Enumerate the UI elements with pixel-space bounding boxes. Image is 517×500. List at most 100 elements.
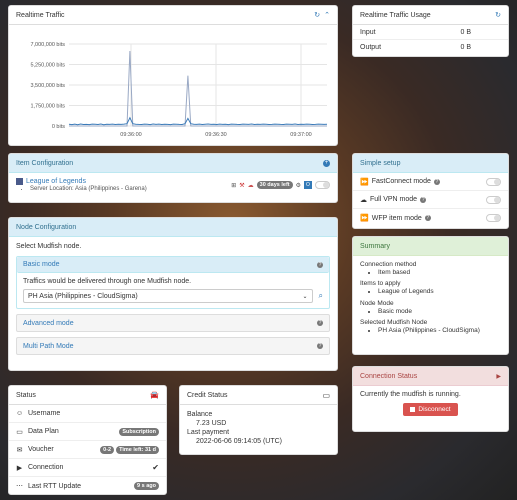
status-row-plan: ▭ Data Plan Subscription <box>9 423 166 441</box>
tool-icon[interactable]: ⚒ <box>239 182 244 189</box>
status-row-connection: ▶ Connection ✔ <box>9 459 166 477</box>
status-row-username: ☺ Username <box>9 405 166 423</box>
last-payment-label: Last payment <box>187 429 230 437</box>
summary-heading: Connection method <box>360 261 417 268</box>
card-icon: ▭ <box>16 428 23 436</box>
voucher-label: Voucher <box>28 446 54 453</box>
usage-input-label: Input <box>360 28 376 36</box>
refresh-icon[interactable]: ↻ <box>495 11 501 19</box>
help-icon[interactable]: ? <box>420 196 427 203</box>
help-icon[interactable]: ? <box>433 178 440 185</box>
traffic-usage-title: Realtime Traffic Usage <box>360 11 431 19</box>
cloud-icon[interactable]: ☁ <box>248 182 254 189</box>
basic-mode-desc: Traffics would be delivered through one … <box>23 278 192 285</box>
basic-mode-title[interactable]: Basic mode <box>23 261 60 268</box>
node-select-value: PH Asia (Philippines - CloudSigma) <box>28 292 138 300</box>
advanced-mode-header[interactable]: Advanced mode ? <box>16 314 330 332</box>
multipath-mode-title[interactable]: Multi Path Mode <box>23 343 74 350</box>
summary-title: Summary <box>360 242 390 250</box>
cloud-icon: ☁ <box>360 196 367 204</box>
connection-label: Connection <box>28 464 64 471</box>
item-toggle[interactable]: O <box>304 181 312 189</box>
settings-icon[interactable]: ⚙ <box>296 182 301 189</box>
summary-heading: Items to apply <box>360 280 401 288</box>
usage-row-output: Output 0 B <box>353 40 508 55</box>
help-icon[interactable]: ? <box>317 343 323 349</box>
disconnect-button[interactable]: Disconnect <box>403 403 458 416</box>
help-icon[interactable]: ? <box>317 261 323 268</box>
status-title: Status <box>16 391 36 399</box>
credit-status-panel: Credit Status ▭ Balance 7.23 USD Last pa… <box>179 385 338 455</box>
item-config-panel: Item Configuration + League of Legends S… <box>8 153 338 203</box>
fastconnect-row: ⏩ FastConnect mode ? <box>353 173 508 191</box>
rtt-badge: 9 s ago <box>134 482 159 490</box>
summary-item: Basic mode <box>378 308 501 316</box>
days-left-badge: 30 days left <box>256 181 293 189</box>
plan-label: Data Plan <box>28 428 59 435</box>
traffic-usage-header: Realtime Traffic Usage ↻ <box>353 6 508 25</box>
help-icon[interactable]: ? <box>317 320 323 326</box>
last-payment-value: 2022-06-06 09:14:05 (UTC) <box>196 438 282 446</box>
fullvpn-label: Full VPN mode <box>370 196 418 203</box>
wfp-toggle[interactable] <box>486 214 501 222</box>
realtime-traffic-header: Realtime Traffic ↻ ⌃ <box>9 6 337 25</box>
y-tick-label: 3,500,000 bits <box>30 83 65 89</box>
fullvpn-toggle[interactable] <box>486 195 501 204</box>
item-config-title: Item Configuration <box>16 159 74 167</box>
y-tick-label: 5,250,000 bits <box>30 63 65 69</box>
game-link[interactable]: League of Legends <box>26 178 86 185</box>
advanced-mode-title[interactable]: Advanced mode <box>23 320 74 327</box>
voucher-time-badge: Time left: 31 d <box>116 445 159 454</box>
summary-item: Item based <box>378 269 501 277</box>
node-select[interactable]: PH Asia (Philippines - CloudSigma) ⌄ <box>23 289 313 303</box>
chevron-up-icon[interactable]: ⌃ <box>324 11 330 19</box>
status-row-voucher: ✉ Voucher 0-2 Time left: 31 d <box>9 441 166 459</box>
status-row-rtt: ⋯ Last RTT Update 9 s ago <box>9 477 166 494</box>
usage-output-value: 0 B <box>460 44 471 51</box>
node-config-panel: Node Configuration Select Mudfish node. … <box>8 217 338 371</box>
summary-item: PH Asia (Philippines - CloudSigma) <box>378 327 501 335</box>
summary-panel: Summary Connection method Item based Ite… <box>352 236 509 355</box>
series-line-base <box>68 116 328 126</box>
multipath-mode-header[interactable]: Multi Path Mode ? <box>16 337 330 355</box>
traffic-usage-panel: Realtime Traffic Usage ↻ Input 0 B Outpu… <box>352 5 509 57</box>
node-config-intro: Select Mudfish node. <box>16 243 82 250</box>
fastconnect-toggle[interactable] <box>486 177 501 186</box>
credit-card-icon: ▭ <box>322 390 330 400</box>
node-config-title: Node Configuration <box>16 223 77 231</box>
simple-setup-header: Simple setup <box>353 154 508 173</box>
connection-status-header: Connection Status ▶ <box>353 367 508 386</box>
add-icon[interactable]: + <box>323 159 330 167</box>
usage-input-value: 0 B <box>460 28 471 36</box>
bars-icon: ⋯ <box>16 483 23 490</box>
realtime-traffic-title: Realtime Traffic <box>16 11 65 19</box>
y-tick-label: 7,000,000 bits <box>30 42 65 48</box>
fast-forward-icon: ⏩ <box>360 178 369 186</box>
refresh-icon[interactable]: ↻ <box>314 11 320 19</box>
summary-heading: Selected Mudfish Node <box>360 318 428 326</box>
basic-mode-header[interactable]: Basic mode ? <box>17 257 329 273</box>
summary-header: Summary <box>353 237 508 256</box>
realtime-traffic-panel: Realtime Traffic ↻ ⌃ 7,000,000 bits 5,250… <box>8 5 338 146</box>
server-location: Server Location: Asia (Philippines - Gar… <box>30 186 147 192</box>
car-icon: 🚘 <box>150 392 159 399</box>
help-icon[interactable]: ? <box>424 215 431 221</box>
stop-icon <box>410 407 416 412</box>
user-icon: ☺ <box>16 410 24 417</box>
item-switch[interactable] <box>315 181 330 189</box>
y-tick-label: 1,750,000 bits <box>30 104 65 110</box>
simple-setup-title: Simple setup <box>360 159 401 167</box>
balance-label: Balance <box>187 411 213 418</box>
chevron-down-icon: ⌄ <box>302 293 308 300</box>
fast-forward-icon: ⏩ <box>360 215 369 222</box>
y-tick-label: 0 bits <box>52 124 65 130</box>
windows-icon[interactable]: ⊞ <box>231 182 236 189</box>
play-icon: ▶ <box>16 464 23 472</box>
game-icon <box>16 178 23 185</box>
search-icon[interactable]: ⌕ <box>319 291 323 301</box>
x-tick-label: 09:36:30 <box>205 132 226 138</box>
connection-status-panel: Connection Status ▶ Currently the mudfis… <box>352 366 509 432</box>
ticket-icon: ✉ <box>16 446 23 454</box>
summary-heading: Node Mode <box>360 299 394 307</box>
node-config-header: Node Configuration <box>9 218 337 237</box>
